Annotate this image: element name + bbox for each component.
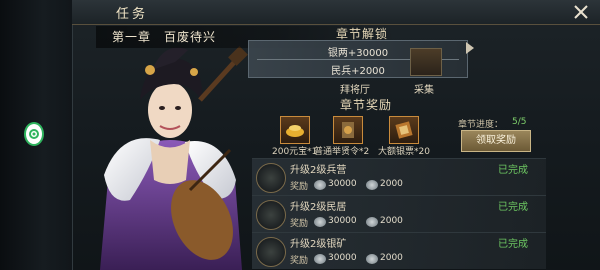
task-name: 升级2级民居 <box>290 202 347 213</box>
recruit-token-icon[interactable] <box>333 116 363 144</box>
reward-label-gold: 200元宝*1 <box>272 147 318 157</box>
claim-reward-button[interactable]: 领取奖励 <box>461 130 531 152</box>
troops-icon <box>366 180 378 190</box>
tooltip-arrow-icon <box>466 42 474 54</box>
building-label-hall: 拜将厅 <box>340 85 370 96</box>
reward-label-token: 普通举贤令*2 <box>314 147 370 157</box>
silver-icon <box>314 254 326 264</box>
silver-icon <box>314 180 326 190</box>
assistant-icon <box>29 129 39 139</box>
task-reward-label: 奖励 <box>290 182 309 192</box>
gather-building-icon[interactable] <box>410 48 442 76</box>
task-troops-value: 2000 <box>380 179 403 189</box>
building-label-gather: 采集 <box>414 85 434 96</box>
chapter-progress-value: 5/5 <box>512 117 527 127</box>
chapter-progress-label: 章节进度： <box>458 120 504 130</box>
task-reward-label: 奖励 <box>290 219 309 229</box>
task-row[interactable]: 升级2级银矿 奖励 30000 2000 已完成 <box>252 232 546 270</box>
character-portrait <box>100 46 248 270</box>
close-icon <box>574 5 588 19</box>
task-status: 已完成 <box>498 239 528 250</box>
task-icon <box>256 200 286 230</box>
task-silver-value: 30000 <box>328 179 357 189</box>
task-name: 升级2级兵营 <box>290 165 347 176</box>
troops-icon <box>366 217 378 227</box>
task-troops-value: 2000 <box>380 253 403 263</box>
task-row[interactable]: 升级2级兵营 奖励 30000 2000 已完成 <box>252 158 546 196</box>
reward-section-header: 章节奖励 <box>340 96 392 113</box>
task-row[interactable]: 升级2级民居 奖励 30000 2000 已完成 <box>252 195 546 233</box>
troops-icon <box>366 254 378 264</box>
task-icon <box>256 163 286 193</box>
close-button[interactable] <box>570 1 592 23</box>
task-silver-value: 30000 <box>328 253 357 263</box>
silver-note-icon[interactable] <box>389 116 419 144</box>
task-silver-value: 30000 <box>328 216 357 226</box>
title-bar <box>72 0 600 25</box>
unlock-section-title: 章节解锁 <box>336 27 389 41</box>
reward-section-title: 章节奖励 <box>340 98 393 112</box>
game-screen: 任务 第一章 百废待兴 章节解锁 银两+30000 民兵+2000 拜将厅 采集… <box>0 0 600 270</box>
task-troops-value: 2000 <box>380 216 403 226</box>
floating-assistant-button[interactable] <box>24 122 44 146</box>
task-status: 已完成 <box>498 165 528 176</box>
chapter-title: 第一章 百废待兴 <box>112 30 217 44</box>
window-title: 任务 <box>116 7 149 22</box>
task-name: 升级2级银矿 <box>290 239 347 250</box>
task-reward-label: 奖励 <box>290 256 309 266</box>
task-icon <box>256 237 286 267</box>
task-status: 已完成 <box>498 202 528 213</box>
silver-icon <box>314 217 326 227</box>
reward-label-note: 大额银票*20 <box>378 147 430 157</box>
gold-ingot-icon[interactable] <box>280 116 310 144</box>
